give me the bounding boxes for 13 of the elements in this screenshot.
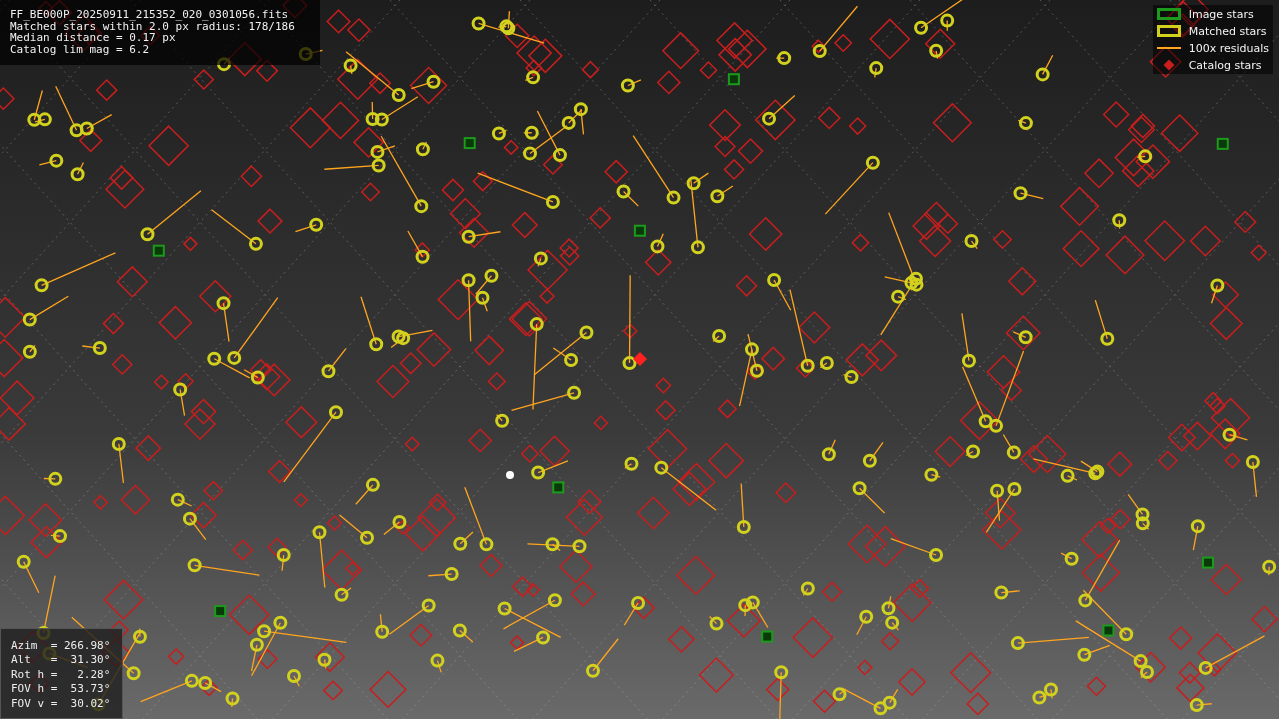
info-text: Catalog lim mag = 6.2 bbox=[10, 43, 151, 55]
info-text: Matched stars within 2.0 px radius: 178/186 bbox=[10, 20, 296, 32]
pointing-text: FOV v = 30.02° bbox=[11, 697, 112, 710]
pointing-text: Alt = 31.30° bbox=[11, 654, 112, 667]
legend-label: Catalog stars bbox=[1188, 58, 1262, 72]
info-text: FF_BE000P_20250911_215352_020_0301056.fits bbox=[10, 9, 290, 21]
pointing-text: Azim = 266.98° bbox=[11, 639, 112, 652]
info-text: Median distance = 0.17 px bbox=[10, 32, 176, 44]
legend-label: 100x residuals bbox=[1188, 41, 1269, 55]
pointing-text: Rot h = 2.28° bbox=[11, 668, 112, 681]
legend-label: Matched stars bbox=[1188, 24, 1267, 38]
pointing-text: FOV h = 53.73° bbox=[11, 683, 112, 696]
legend-label: Image stars bbox=[1188, 7, 1254, 21]
